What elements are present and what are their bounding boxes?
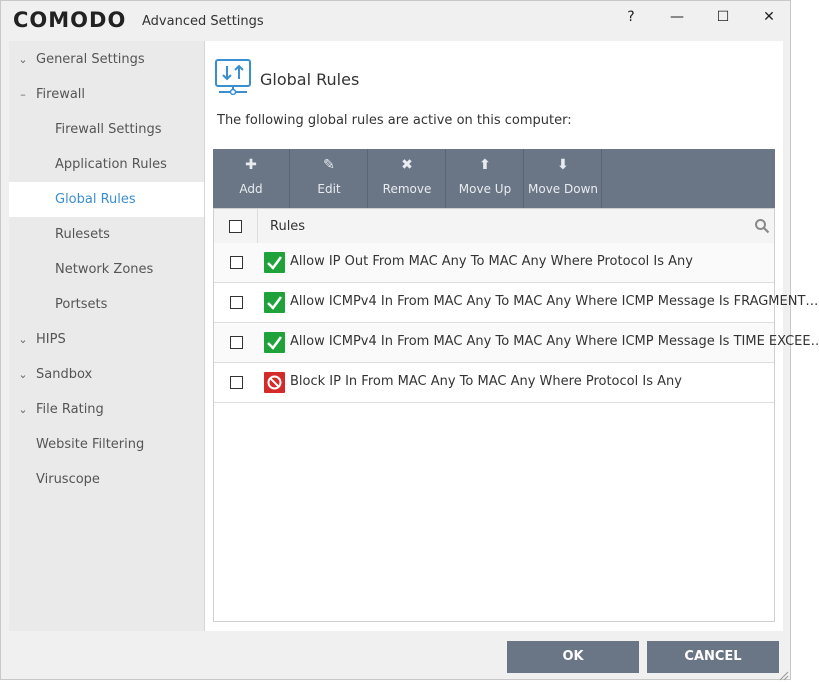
- plus-icon: ✚: [245, 157, 257, 173]
- move-down-label: Move Down: [528, 182, 598, 196]
- comodo-logo: COMODO: [13, 8, 127, 32]
- row-checkbox[interactable]: [230, 296, 243, 309]
- check-icon: [264, 292, 285, 313]
- add-button[interactable]: ✚ Add: [213, 149, 290, 208]
- sidebar-item-firewall-settings[interactable]: Firewall Settings: [9, 112, 204, 147]
- row-checkbox[interactable]: [230, 256, 243, 269]
- title-bar: COMODO Advanced Settings ? — ☐ ✕: [1, 1, 790, 37]
- sidebar-item-label: General Settings: [36, 52, 145, 67]
- settings-sidebar: ⌄ General Settings – Firewall Firewall S…: [9, 41, 205, 631]
- sidebar-item-rulesets[interactable]: Rulesets: [9, 217, 204, 252]
- block-icon: [264, 372, 285, 393]
- edit-button[interactable]: ✎ Edit: [291, 149, 368, 208]
- row-checkbox[interactable]: [230, 336, 243, 349]
- sidebar-item-label: Website Filtering: [36, 437, 145, 452]
- remove-button[interactable]: ✖ Remove: [369, 149, 446, 208]
- arrow-down-icon: ⬇: [557, 157, 569, 173]
- rules-toolbar: ✚ Add ✎ Edit ✖ Remove ⬆ Move Up ⬇ Move D…: [213, 149, 775, 208]
- minimize-button[interactable]: —: [657, 5, 697, 29]
- rule-text: Allow ICMPv4 In From MAC Any To MAC Any …: [290, 334, 819, 349]
- page-title: Global Rules: [260, 70, 360, 89]
- sidebar-item-portsets[interactable]: Portsets: [9, 287, 204, 322]
- move-up-button[interactable]: ⬆ Move Up: [447, 149, 524, 208]
- sidebar-item-viruscope[interactable]: Viruscope: [9, 462, 204, 497]
- maximize-button[interactable]: ☐: [703, 5, 743, 29]
- x-icon: ✖: [401, 157, 413, 173]
- arrow-up-icon: ⬆: [479, 157, 491, 173]
- remove-label: Remove: [382, 182, 432, 196]
- sidebar-item-label: Application Rules: [55, 157, 167, 172]
- check-icon: [264, 252, 285, 273]
- sidebar-item-application-rules[interactable]: Application Rules: [9, 147, 204, 182]
- global-rules-icon: [215, 59, 251, 95]
- sidebar-item-general-settings[interactable]: ⌄ General Settings: [9, 42, 204, 77]
- sidebar-item-label: Viruscope: [36, 472, 100, 487]
- close-button[interactable]: ✕: [749, 5, 789, 29]
- rules-column-header[interactable]: Rules: [270, 219, 305, 234]
- sidebar-item-website-filtering[interactable]: Website Filtering: [9, 427, 204, 462]
- rule-text: Allow ICMPv4 In From MAC Any To MAC Any …: [290, 294, 819, 309]
- sidebar-item-label: Firewall: [36, 87, 86, 102]
- advanced-settings-window: COMODO Advanced Settings ? — ☐ ✕ ⌄ Gener…: [0, 0, 819, 681]
- cancel-button[interactable]: CANCEL: [647, 641, 779, 673]
- move-up-label: Move Up: [458, 182, 512, 196]
- sidebar-item-sandbox[interactable]: ⌄ Sandbox: [9, 357, 204, 392]
- table-row[interactable]: Allow ICMPv4 In From MAC Any To MAC Any …: [214, 283, 818, 323]
- table-row[interactable]: Allow ICMPv4 In From MAC Any To MAC Any …: [214, 323, 819, 363]
- column-divider: [257, 209, 258, 243]
- table-header: Rules: [214, 209, 774, 244]
- chevron-down-icon: ⌄: [18, 368, 28, 381]
- sidebar-item-label: Firewall Settings: [55, 122, 162, 137]
- sidebar-item-file-rating[interactable]: ⌄ File Rating: [9, 392, 204, 427]
- edit-label: Edit: [317, 182, 341, 196]
- rule-text: Allow IP Out From MAC Any To MAC Any Whe…: [290, 254, 693, 269]
- pencil-icon: ✎: [323, 157, 335, 173]
- table-row[interactable]: Allow IP Out From MAC Any To MAC Any Whe…: [214, 243, 774, 283]
- collapse-icon: –: [20, 88, 26, 101]
- window-title: Advanced Settings: [142, 14, 264, 29]
- row-checkbox[interactable]: [230, 376, 243, 389]
- rule-text: Block IP In From MAC Any To MAC Any Wher…: [290, 374, 682, 389]
- ok-button[interactable]: OK: [507, 641, 639, 673]
- sidebar-item-label: Network Zones: [55, 262, 154, 277]
- chevron-down-icon: ⌄: [18, 53, 28, 66]
- search-icon[interactable]: [754, 218, 770, 234]
- main-panel: Global Rules The following global rules …: [205, 41, 819, 631]
- resize-grip-icon[interactable]: [777, 669, 789, 681]
- chevron-down-icon: ⌄: [18, 333, 28, 346]
- rules-table: Rules Allow IP Out From MAC Any To MAC A…: [213, 208, 819, 622]
- sidebar-item-hips[interactable]: ⌄ HIPS: [9, 322, 204, 357]
- sidebar-item-label: Sandbox: [36, 367, 93, 382]
- sidebar-item-firewall[interactable]: – Firewall: [9, 77, 204, 112]
- sidebar-item-label: Rulesets: [55, 227, 110, 242]
- page-description: The following global rules are active on…: [217, 113, 572, 128]
- add-label: Add: [239, 182, 263, 196]
- sidebar-item-label: HIPS: [36, 332, 66, 347]
- sidebar-item-label: Portsets: [55, 297, 108, 312]
- help-button[interactable]: ?: [611, 5, 651, 29]
- sidebar-item-global-rules[interactable]: Global Rules: [9, 182, 204, 217]
- table-row[interactable]: Block IP In From MAC Any To MAC Any Wher…: [214, 363, 774, 403]
- move-down-button[interactable]: ⬇ Move Down: [525, 149, 602, 208]
- sidebar-item-label: File Rating: [36, 402, 104, 417]
- select-all-checkbox[interactable]: [229, 220, 242, 233]
- check-icon: [264, 332, 285, 353]
- chevron-down-icon: ⌄: [18, 403, 28, 416]
- sidebar-item-network-zones[interactable]: Network Zones: [9, 252, 204, 287]
- sidebar-item-label: Global Rules: [55, 192, 136, 207]
